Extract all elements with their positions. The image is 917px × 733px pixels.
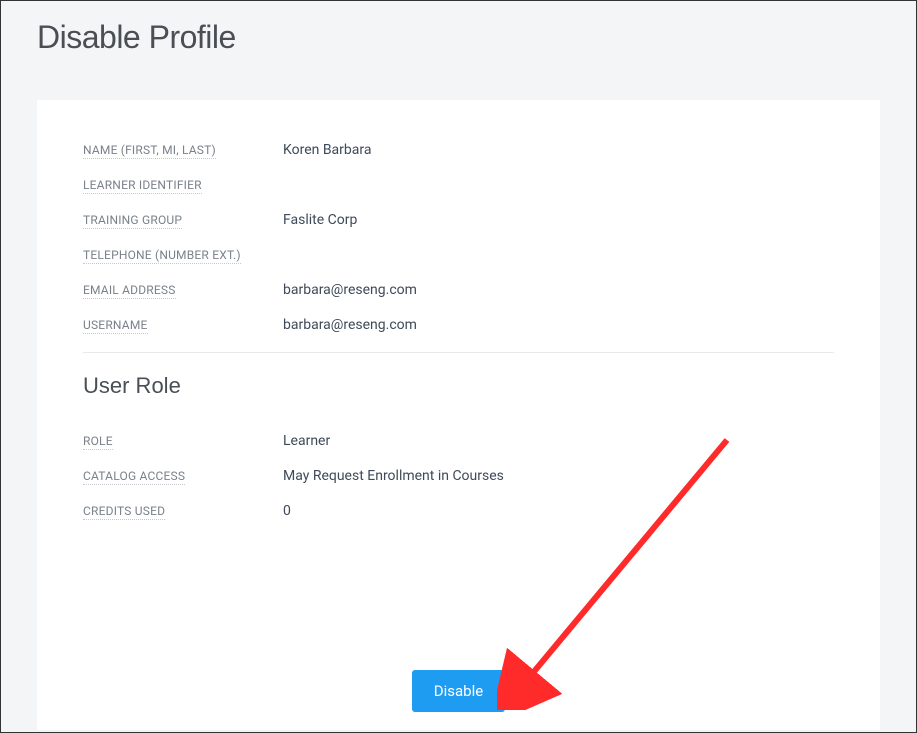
user-role-section-title: User Role (83, 373, 834, 399)
field-value: barbara@reseng.com (283, 282, 417, 298)
page: Disable Profile NAME (FIRST, MI, LAST) K… (1, 1, 916, 732)
field-value: barbara@reseng.com (283, 317, 417, 333)
field-label: ROLE (83, 434, 113, 450)
profile-card: NAME (FIRST, MI, LAST) Koren Barbara LEA… (37, 100, 880, 730)
field-label: TELEPHONE (NUMBER EXT.) (83, 248, 241, 264)
field-value: Learner (283, 433, 330, 449)
field-value: Koren Barbara (283, 142, 371, 158)
field-row-role: ROLE Learner (83, 433, 834, 450)
field-row-training-group: TRAINING GROUP Faslite Corp (83, 212, 834, 229)
field-label: USERNAME (83, 318, 148, 334)
field-row-identifier: LEARNER IDENTIFIER (83, 177, 834, 194)
page-title: Disable Profile (37, 19, 880, 56)
field-value: 0 (283, 503, 291, 519)
field-label: NAME (FIRST, MI, LAST) (83, 143, 216, 159)
field-row-credits-used: CREDITS USED 0 (83, 503, 834, 520)
field-label: TRAINING GROUP (83, 213, 182, 229)
field-label: LEARNER IDENTIFIER (83, 178, 202, 194)
field-label: EMAIL ADDRESS (83, 283, 176, 299)
field-label: CATALOG ACCESS (83, 469, 185, 485)
disable-button[interactable]: Disable (412, 670, 505, 712)
field-row-name: NAME (FIRST, MI, LAST) Koren Barbara (83, 142, 834, 159)
action-bar: Disable (37, 670, 880, 712)
field-value: Faslite Corp (283, 212, 357, 228)
field-row-username: USERNAME barbara@reseng.com (83, 317, 834, 334)
section-divider (83, 352, 834, 353)
field-row-email: EMAIL ADDRESS barbara@reseng.com (83, 282, 834, 299)
field-row-telephone: TELEPHONE (NUMBER EXT.) (83, 247, 834, 264)
field-label: CREDITS USED (83, 504, 165, 520)
field-value: May Request Enrollment in Courses (283, 468, 504, 484)
field-row-catalog-access: CATALOG ACCESS May Request Enrollment in… (83, 468, 834, 485)
